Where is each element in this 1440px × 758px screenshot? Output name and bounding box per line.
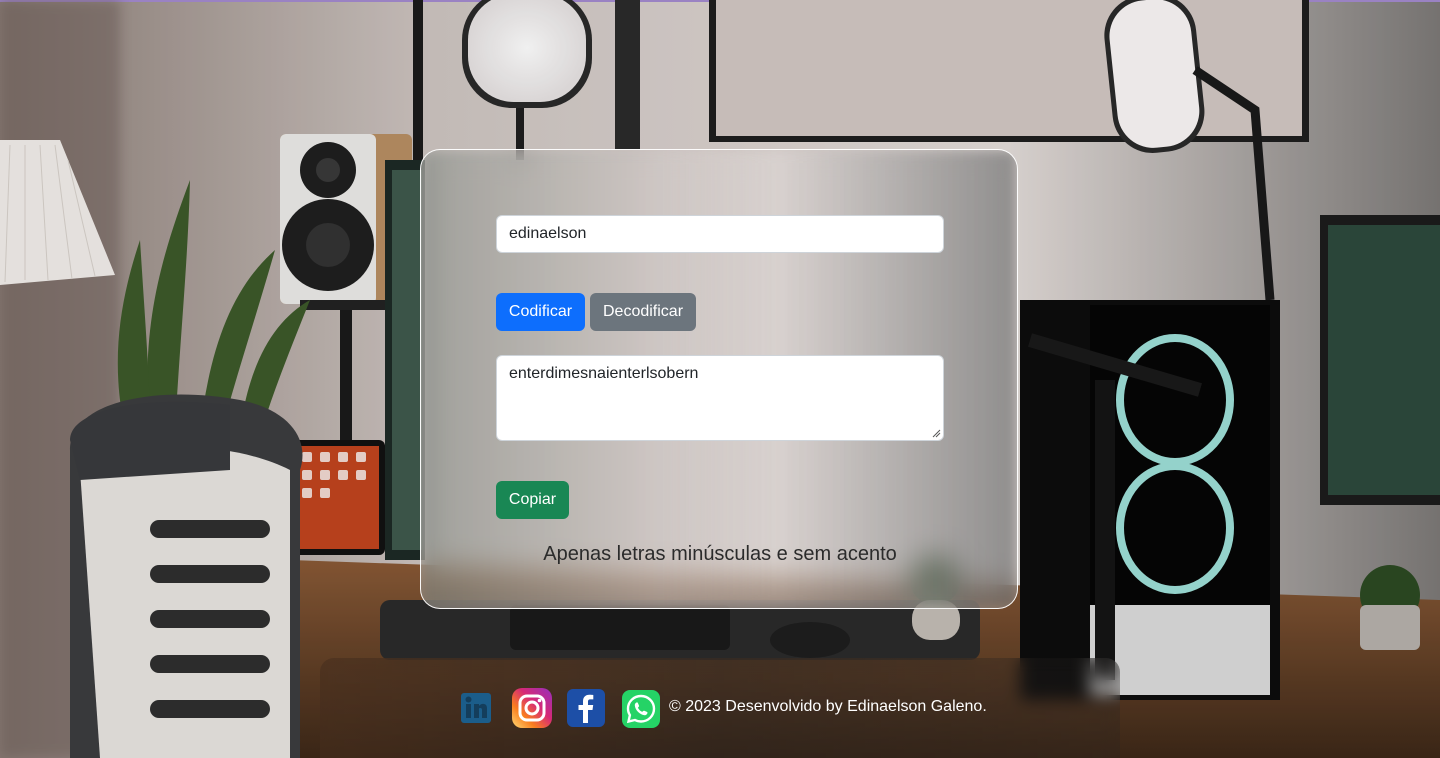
- copyright-text: © 2023 Desenvolvido by Edinaelson Galeno…: [669, 698, 987, 715]
- decode-button[interactable]: Decodificar: [590, 293, 696, 331]
- page: edinaelson Codificar Decodificar enterdi…: [0, 0, 1440, 758]
- linkedin-icon[interactable]: [457, 689, 495, 727]
- facebook-icon[interactable]: [567, 689, 605, 727]
- instagram-icon[interactable]: [512, 688, 552, 728]
- encode-button[interactable]: Codificar: [496, 293, 585, 331]
- whatsapp-icon[interactable]: [622, 690, 660, 728]
- text-input[interactable]: edinaelson: [496, 215, 944, 253]
- output-textarea[interactable]: enterdimesnaienterlsobern: [496, 355, 944, 441]
- output-text: enterdimesnaienterlsobern: [509, 365, 699, 382]
- encoder-card: edinaelson Codificar Decodificar enterdi…: [420, 149, 1018, 609]
- hint-text: Apenas letras minúsculas e sem acento: [543, 543, 897, 565]
- copy-button[interactable]: Copiar: [496, 481, 569, 519]
- resize-grip-icon[interactable]: [932, 429, 941, 438]
